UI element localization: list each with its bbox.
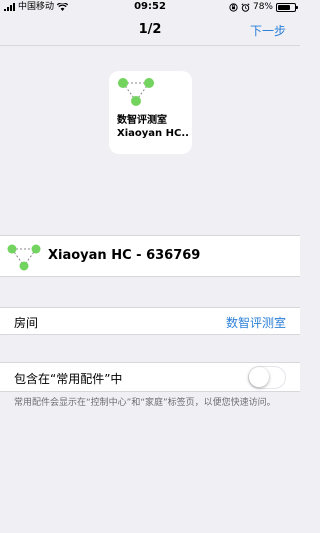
status-bar: 中国移动 09:52 78% (0, 0, 300, 14)
favorites-toggle[interactable] (248, 366, 286, 389)
alarm-icon (241, 2, 250, 12)
device-row: Xiaoyan HC - 636769 (0, 235, 300, 277)
status-right: 78% (229, 0, 298, 14)
room-value[interactable]: 数智评测室 (226, 314, 286, 331)
device-name: Xiaoyan HC - 636769 (48, 248, 201, 263)
navigation-bar: 1/2 下一步 (0, 14, 300, 46)
device-icon (7, 244, 41, 271)
favorites-label: 包含在“常用配件”中 (14, 372, 123, 386)
room-label: 房间 (14, 316, 39, 330)
toggle-knob (249, 367, 269, 387)
favorites-footnote: 常用配件会显示在“控制中心”和“家庭”标签页，以便您快速访问。 (14, 398, 276, 408)
battery-icon (276, 2, 298, 12)
accessory-tile[interactable]: 数智评测室 Xiaoyan HC... (109, 71, 192, 154)
tile-text: 数智评测室 Xiaoyan HC... (117, 114, 189, 140)
tile-accessory-name: Xiaoyan HC... (117, 128, 189, 139)
tile-room: 数智评测室 (117, 115, 167, 126)
battery-percent: 78% (252, 2, 273, 12)
orientation-lock-icon (229, 2, 238, 12)
battery-fill (278, 4, 291, 10)
room-row[interactable]: 房间 数智评测室 (0, 307, 300, 335)
favorites-row: 包含在“常用配件”中 (0, 362, 300, 392)
accessory-icon (118, 78, 154, 106)
next-button[interactable]: 下一步 (250, 22, 286, 39)
